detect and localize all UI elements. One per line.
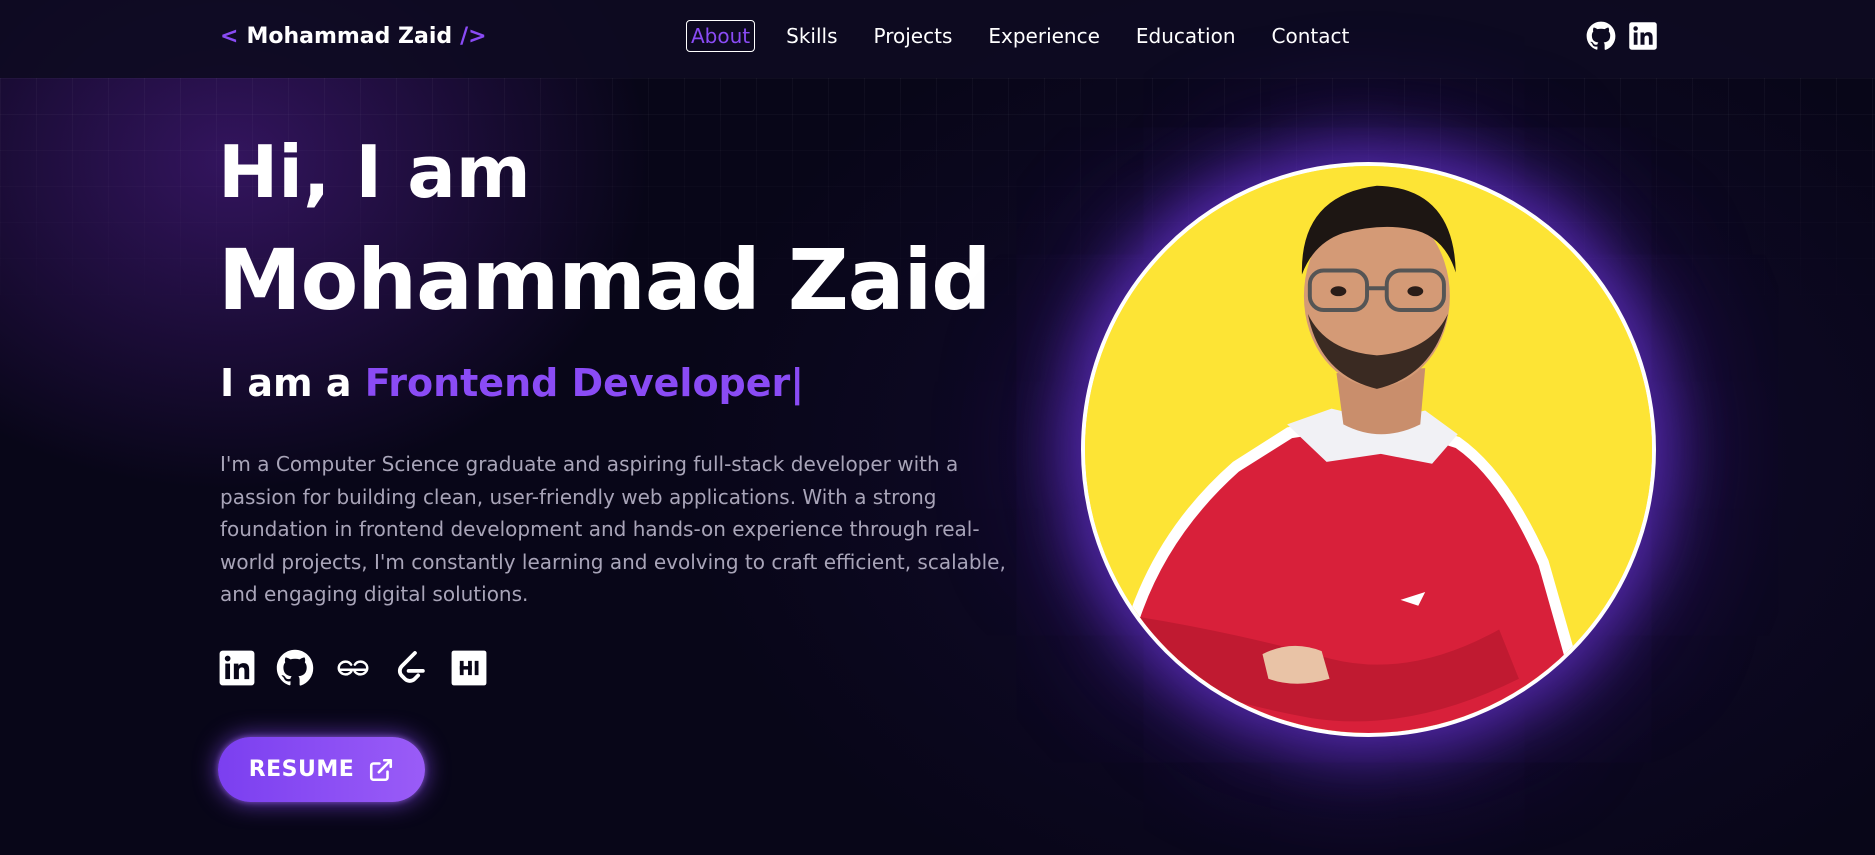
nav-social-icons: [1586, 18, 1658, 54]
typing-cursor: |: [790, 361, 805, 405]
hero-greeting: Hi, I am: [218, 130, 531, 214]
nav-link-projects[interactable]: Projects: [869, 20, 958, 52]
hero-social-links: [218, 648, 488, 688]
hackerrank-icon[interactable]: [450, 649, 488, 687]
linkedin-icon[interactable]: [218, 649, 256, 687]
external-link-icon: [370, 758, 393, 781]
navbar: < Mohammad Zaid /> About Skills Projects…: [0, 0, 1875, 78]
leetcode-icon[interactable]: [392, 649, 430, 687]
github-icon[interactable]: [276, 649, 314, 687]
github-icon[interactable]: [1586, 21, 1616, 51]
logo-name: Mohammad Zaid: [246, 23, 453, 49]
nav-links: About Skills Projects Experience Educati…: [686, 18, 1354, 54]
hero-name: Mohammad Zaid: [218, 231, 991, 329]
hero-role: I am a Frontend Developer|: [220, 358, 804, 408]
linkedin-icon[interactable]: [1628, 21, 1658, 51]
role-highlight: Frontend Developer: [364, 361, 791, 405]
role-prefix: I am a: [220, 361, 365, 405]
profile-photo: [1081, 162, 1656, 737]
site-logo[interactable]: < Mohammad Zaid />: [220, 20, 487, 52]
nav-link-about[interactable]: About: [686, 20, 756, 52]
nav-link-skills[interactable]: Skills: [781, 20, 842, 52]
page: < Mohammad Zaid /> About Skills Projects…: [0, 0, 1875, 855]
profile-illustration: [1085, 166, 1652, 733]
logo-bracket-close: />: [460, 23, 487, 49]
resume-button[interactable]: RESUME: [218, 737, 425, 802]
resume-label: RESUME: [248, 757, 355, 782]
logo-bracket-open: <: [220, 23, 239, 49]
nav-link-education[interactable]: Education: [1131, 20, 1241, 52]
geeksforgeeks-icon[interactable]: [334, 649, 372, 687]
hero-bio: I'm a Computer Science graduate and aspi…: [220, 452, 1006, 606]
nav-link-experience[interactable]: Experience: [983, 20, 1105, 52]
nav-link-contact[interactable]: Contact: [1267, 20, 1355, 52]
